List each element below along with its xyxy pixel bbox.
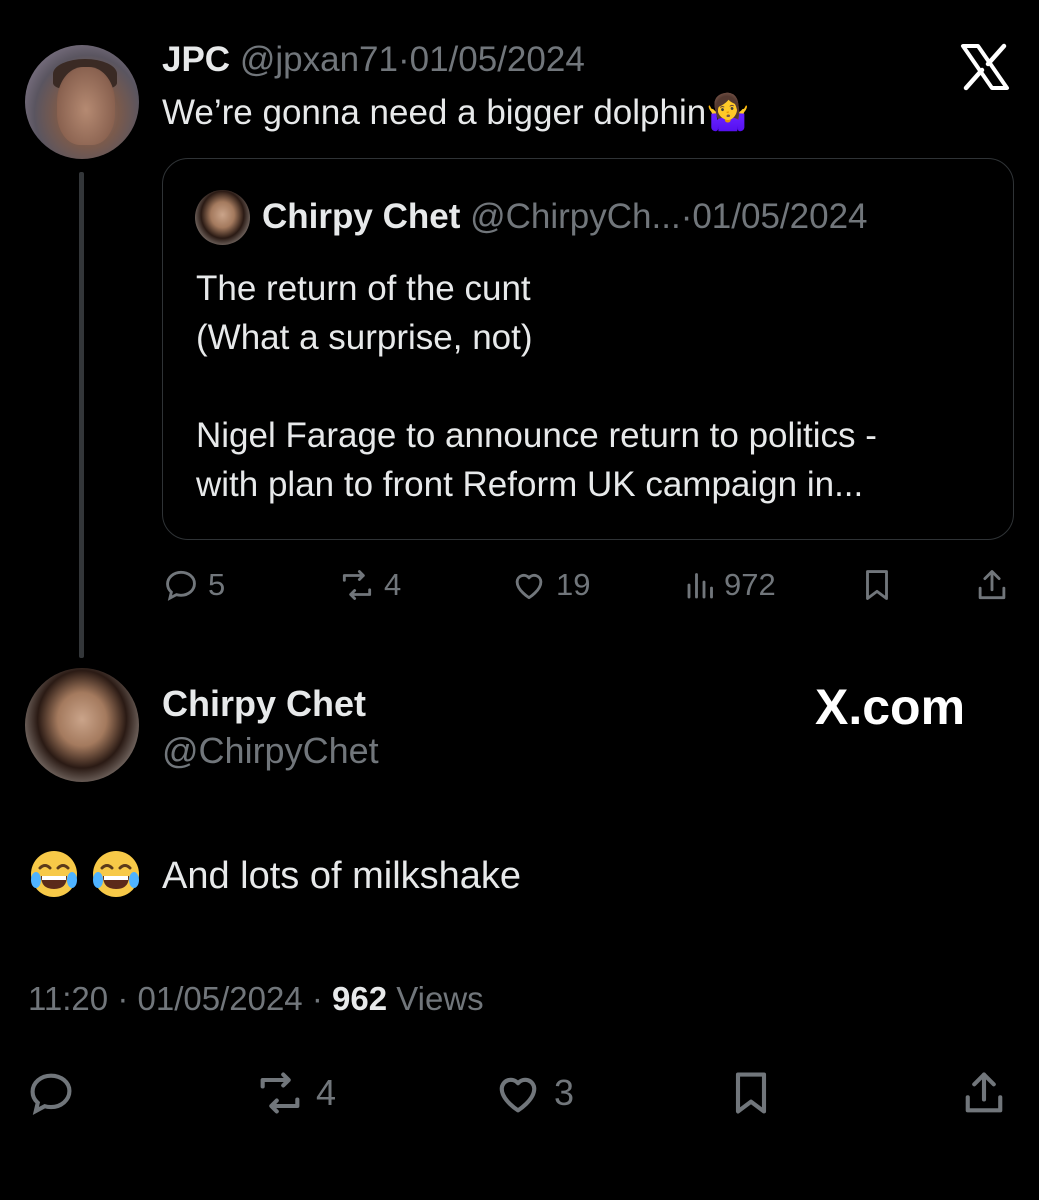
- bookmark-icon: [866, 570, 888, 600]
- like-count: 19: [556, 567, 591, 602]
- reply-like-button[interactable]: 3: [492, 1067, 574, 1119]
- repost-icon: [260, 1072, 300, 1114]
- reply-author-name[interactable]: Chirpy Chet: [162, 683, 366, 725]
- quoted-avatar: [195, 190, 250, 245]
- emoji-group: [28, 848, 142, 900]
- x-com-text: X.com: [815, 679, 966, 735]
- like-icon: [499, 1077, 537, 1113]
- tweet-date[interactable]: 01/05/2024: [410, 40, 585, 79]
- avatar-jpc[interactable]: [25, 45, 139, 159]
- reply-reply-button[interactable]: [25, 1067, 77, 1119]
- bookmark-icon: [735, 1072, 767, 1114]
- quoted-tweet-header: Chirpy Chet @ChirpyCh...·01/05/2024: [262, 197, 868, 237]
- meta-separator-1: ·: [117, 980, 129, 1017]
- reply-author-handle[interactable]: @ChirpyChet: [162, 730, 379, 772]
- header-separator: ·: [397, 40, 410, 79]
- tweet-text: We’re gonna need a bigger dolphin🤷‍♀️: [162, 93, 750, 132]
- avatar-chirpy-chet[interactable]: [25, 668, 139, 782]
- tweet-header: JPC @jpxan71·01/05/2024: [162, 40, 585, 80]
- author-name[interactable]: JPC: [162, 40, 230, 79]
- reply-meta: 11:20 · 01/05/2024 · 962 Views: [28, 980, 484, 1018]
- views-icon: [687, 573, 713, 599]
- reply-repost-button[interactable]: 4: [254, 1067, 336, 1119]
- x-logo-icon: [960, 42, 1010, 92]
- share-button[interactable]: [973, 566, 1011, 604]
- reply-share-button[interactable]: [958, 1067, 1010, 1119]
- reply-text: And lots of milkshake: [162, 855, 522, 897]
- views-count: 972: [724, 567, 776, 602]
- quoted-author-name: Chirpy Chet: [262, 197, 461, 236]
- bookmark-button[interactable]: [858, 566, 896, 604]
- x-com-watermark: X.com: [815, 678, 965, 736]
- author-handle[interactable]: @jpxan71: [240, 40, 398, 79]
- share-icon: [965, 1072, 1003, 1113]
- thread-connector-line: [79, 172, 84, 658]
- quoted-author-handle: @ChirpyCh...: [470, 197, 681, 236]
- repost-icon: [342, 570, 372, 600]
- quoted-date: 01/05/2024: [692, 197, 868, 236]
- repost-button[interactable]: 4: [338, 566, 401, 604]
- like-icon: [515, 573, 543, 600]
- share-icon: [978, 570, 1006, 600]
- reply-button[interactable]: 5: [162, 566, 225, 604]
- reply-date[interactable]: 01/05/2024: [137, 980, 302, 1017]
- reply-icon: [166, 570, 196, 601]
- reply-repost-count: 4: [316, 1072, 337, 1113]
- meta-separator-2: ·: [311, 980, 323, 1017]
- reply-like-count: 3: [554, 1072, 575, 1113]
- views-button[interactable]: 972: [686, 566, 776, 604]
- reply-bookmark-button[interactable]: [725, 1067, 777, 1119]
- reply-views-count: 962: [332, 980, 388, 1017]
- laughing-emoji-icon: [93, 851, 139, 897]
- laughing-emoji-icon: [31, 851, 77, 897]
- reply-time[interactable]: 11:20: [28, 980, 108, 1017]
- quoted-tweet-text: The return of the cunt (What a surprise,…: [196, 269, 877, 504]
- quoted-separator: ·: [680, 197, 693, 236]
- reply-icon: [30, 1073, 72, 1115]
- reply-count: 5: [208, 567, 226, 602]
- reply-views-label: Views: [396, 980, 484, 1017]
- repost-count: 4: [384, 567, 402, 602]
- like-button[interactable]: 19: [510, 566, 590, 604]
